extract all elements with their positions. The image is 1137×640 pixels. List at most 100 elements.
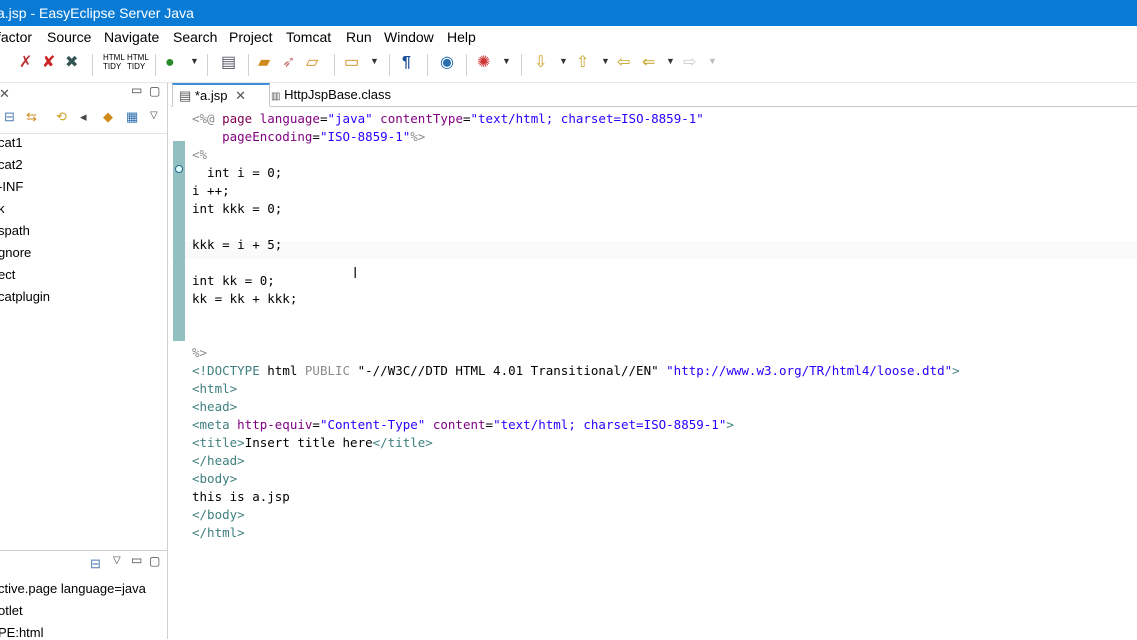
sync-icon[interactable]: ⟲ bbox=[56, 109, 67, 125]
forward-icon[interactable]: ⇨ bbox=[683, 53, 696, 73]
tree-item[interactable]: cat2 bbox=[0, 157, 23, 172]
toolbar-separator bbox=[248, 54, 249, 76]
menu-tomcat[interactable]: Tomcat bbox=[286, 28, 331, 46]
tree-item[interactable]: k bbox=[0, 201, 5, 216]
bug-icon[interactable]: ✗ bbox=[19, 53, 32, 73]
outline-minimize-icon[interactable]: ▭ bbox=[131, 553, 142, 567]
class-file-icon: ▥ bbox=[271, 91, 281, 102]
jsp-file-icon: ▤ bbox=[179, 88, 192, 103]
toolbar-separator bbox=[155, 54, 156, 76]
menu-bar: factor Source Navigate Search Project To… bbox=[0, 26, 1137, 48]
debug-icon[interactable]: ✖ bbox=[65, 53, 78, 73]
outline-item[interactable]: ctive.page language=java bbox=[0, 581, 146, 596]
filter-icon[interactable]: ◂ bbox=[80, 109, 87, 125]
outline-menu-icon[interactable]: ▽ bbox=[113, 555, 121, 566]
menu-run[interactable]: Run bbox=[346, 28, 372, 46]
view-menu-icon[interactable]: ▽ bbox=[150, 110, 158, 121]
tab-label: *a.jsp bbox=[194, 88, 228, 103]
left-panel-tools: ⊟ ⇆ ⟲ ◂ ◆ ▦ ▽ bbox=[0, 107, 167, 134]
link-editor-icon[interactable]: ⇆ bbox=[26, 109, 37, 125]
menu-source[interactable]: Source bbox=[47, 28, 91, 46]
arrow-down-dropdown-icon[interactable]: ▼ bbox=[559, 56, 568, 66]
outline-item[interactable]: PE:html bbox=[0, 625, 44, 640]
code-line: int kk = 0; bbox=[192, 273, 275, 288]
new-folder-dropdown-icon[interactable]: ▼ bbox=[370, 56, 379, 66]
forward-dropdown-icon[interactable]: ▼ bbox=[708, 56, 717, 66]
view-icon[interactable]: ▦ bbox=[126, 109, 138, 125]
menu-refactor[interactable]: factor bbox=[0, 28, 32, 46]
code-line: <meta http-equiv="Content-Type" content=… bbox=[192, 417, 734, 432]
arrow-down-icon[interactable]: ⇩ bbox=[534, 53, 547, 73]
code-line: <% bbox=[192, 147, 208, 162]
html-tidy-alt-icon[interactable]: HTML TIDY bbox=[127, 53, 149, 71]
spinner-icon[interactable]: ✺ bbox=[477, 53, 490, 73]
tree-item[interactable]: catplugin bbox=[0, 289, 50, 304]
tab-label: HttpJspBase.class bbox=[284, 87, 392, 102]
back-alt-icon[interactable]: ⇐ bbox=[642, 53, 655, 73]
filter-alt-icon[interactable]: ◆ bbox=[103, 109, 113, 125]
outline-panel: ⊟ ▽ ▭ ▢ ctive.page language=java otlet P… bbox=[0, 550, 167, 640]
outline-maximize-icon[interactable]: ▢ bbox=[149, 554, 160, 568]
code-line: <html> bbox=[192, 381, 238, 396]
code-line: </body> bbox=[192, 507, 245, 522]
menu-navigate[interactable]: Navigate bbox=[104, 28, 159, 46]
folder-open-icon[interactable]: ▱ bbox=[306, 53, 318, 73]
page-icon[interactable]: ▤ bbox=[221, 53, 236, 73]
close-icon[interactable]: ✕ bbox=[235, 88, 246, 103]
tab-a-jsp[interactable]: ▤ *a.jsp ✕ bbox=[172, 83, 270, 107]
toolbar-separator bbox=[389, 54, 390, 76]
arrow-up-icon[interactable]: ⇧ bbox=[576, 53, 589, 73]
back-dropdown-icon[interactable]: ▼ bbox=[666, 56, 675, 66]
menu-search[interactable]: Search bbox=[173, 28, 217, 46]
tree-item[interactable]: -INF bbox=[0, 179, 23, 194]
toolbar-separator bbox=[334, 54, 335, 76]
left-panel-header: ✕ ▭ ▢ bbox=[0, 83, 167, 105]
left-panel: ✕ ▭ ▢ ⊟ ⇆ ⟲ ◂ ◆ ▦ ▽ cat1 cat2 -INF k spa… bbox=[0, 83, 168, 640]
code-line: %> bbox=[192, 345, 208, 360]
spinner-dropdown-icon[interactable]: ▼ bbox=[502, 56, 511, 66]
close-icon[interactable]: ✕ bbox=[0, 86, 10, 102]
outline-collapse-icon[interactable]: ⊟ bbox=[90, 556, 101, 572]
toolbar-separator bbox=[427, 54, 428, 76]
run-icon[interactable]: ● bbox=[165, 53, 175, 73]
outline-item[interactable]: otlet bbox=[0, 603, 23, 618]
arrow-up-dropdown-icon[interactable]: ▼ bbox=[601, 56, 610, 66]
menu-window[interactable]: Window bbox=[384, 28, 434, 46]
open-folder-icon[interactable]: ▰ bbox=[258, 53, 270, 73]
code-line: kkk = i + 5; bbox=[192, 237, 283, 252]
code-line: </head> bbox=[192, 453, 245, 468]
code-line: <title>Insert title here</title> bbox=[192, 435, 433, 450]
main-toolbar: ✗ ✘ ✖ HTML TIDY HTML TIDY ● ▼ ▤ ▰ ➶ ▱ ▭ ▼ … bbox=[0, 48, 1137, 83]
tree-item[interactable]: gnore bbox=[0, 245, 31, 260]
window-title: a.jsp - EasyEclipse Server Java bbox=[0, 5, 194, 21]
code-line: i ++; bbox=[192, 183, 230, 198]
html-tidy-icon[interactable]: HTML TIDY bbox=[103, 53, 125, 71]
menu-project[interactable]: Project bbox=[229, 28, 273, 46]
tree-item[interactable]: spath bbox=[0, 223, 30, 238]
code-line: </html> bbox=[192, 525, 245, 540]
text-cursor-icon: I bbox=[353, 265, 358, 282]
maximize-icon[interactable]: ▢ bbox=[149, 84, 160, 98]
bug-alt-icon[interactable]: ✘ bbox=[42, 53, 55, 73]
tree-item[interactable]: cat1 bbox=[0, 135, 23, 150]
code-line: this is a.jsp bbox=[192, 489, 290, 504]
globe-icon[interactable]: ◉ bbox=[440, 53, 454, 73]
menu-help[interactable]: Help bbox=[447, 28, 476, 46]
code-line: <%@ page language="java" contentType="te… bbox=[192, 111, 704, 126]
pilcrow-icon[interactable]: ¶ bbox=[402, 53, 411, 73]
minimize-icon[interactable]: ▭ bbox=[131, 83, 142, 97]
code-line: pageEncoding="ISO-8859-1"%> bbox=[192, 129, 426, 144]
collapse-all-icon[interactable]: ⊟ bbox=[4, 109, 15, 125]
editor-area: ▤ *a.jsp ✕ ▥ HttpJspBase.class <%@ page … bbox=[171, 83, 1137, 639]
toolbar-separator bbox=[466, 54, 467, 76]
tab-httpjspbase-class[interactable]: ▥ HttpJspBase.class bbox=[265, 83, 427, 106]
tree-item[interactable]: ect bbox=[0, 267, 15, 282]
rocket-icon[interactable]: ➶ bbox=[282, 53, 295, 73]
back-icon[interactable]: ⇦ bbox=[617, 53, 630, 73]
breakpoint-marker-icon[interactable] bbox=[175, 165, 183, 173]
new-folder-icon[interactable]: ▭ bbox=[344, 53, 359, 73]
code-line: int i = 0; bbox=[192, 165, 283, 180]
toolbar-separator bbox=[521, 54, 522, 76]
window-title-bar: a.jsp - EasyEclipse Server Java bbox=[0, 0, 1137, 26]
run-dropdown-icon[interactable]: ▼ bbox=[190, 56, 199, 66]
